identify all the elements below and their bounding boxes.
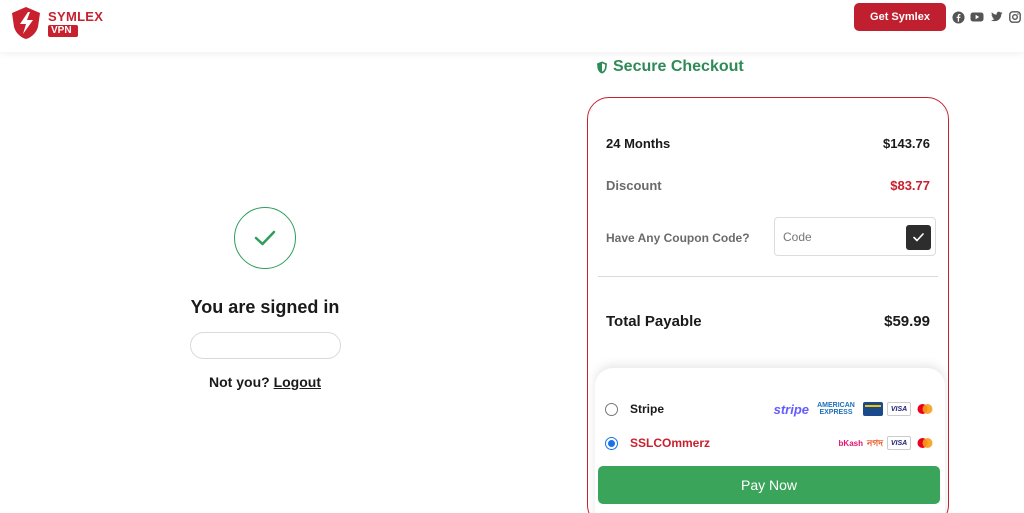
- signed-in-email-field: [190, 332, 341, 359]
- success-check-icon: [234, 207, 296, 269]
- logo-name: SYMLEX: [48, 8, 104, 24]
- secure-checkout-heading: Secure Checkout: [596, 58, 744, 76]
- mastercard-logo-icon: [917, 404, 933, 414]
- plan-price: $143.76: [883, 136, 930, 151]
- discount-row: Discount $83.77: [606, 178, 930, 193]
- check-icon: [913, 233, 924, 242]
- symlex-logo[interactable]: SYMLEX VPN: [8, 5, 103, 41]
- coupon-input[interactable]: [783, 227, 893, 247]
- discount-label: Discount: [606, 178, 662, 193]
- discount-value: $83.77: [890, 178, 930, 193]
- facebook-icon[interactable]: [951, 10, 965, 24]
- stripe-radio[interactable]: [605, 402, 618, 416]
- bkash-logo-icon: bKash: [838, 438, 863, 448]
- sslcommerz-radio[interactable]: [605, 436, 618, 450]
- sslcommerz-label: SSLCOmmerz: [630, 436, 711, 450]
- divider: [598, 276, 938, 277]
- nagad-logo-icon: নগদ: [867, 437, 883, 448]
- amex-logo-icon: AMERICAN EXPRESS: [817, 402, 855, 416]
- total-value: $59.99: [884, 313, 930, 330]
- coupon-field: [774, 217, 936, 256]
- stripe-brand-logos: stripe AMERICAN EXPRESS VISA: [774, 402, 935, 417]
- visa-logo-icon: VISA: [887, 436, 911, 450]
- not-you-line: Not you? Logout: [160, 374, 370, 390]
- total-row: Total Payable $59.99: [606, 313, 930, 330]
- payment-method-stripe[interactable]: Stripe stripe AMERICAN EXPRESS VISA: [605, 396, 935, 422]
- shield-icon: [597, 61, 607, 73]
- payment-methods-panel: Stripe stripe AMERICAN EXPRESS VISA SSLC…: [595, 368, 945, 513]
- mastercard-logo-icon: [917, 438, 933, 448]
- total-label: Total Payable: [606, 313, 702, 330]
- get-symlex-button[interactable]: Get Symlex: [854, 3, 946, 31]
- plan-label: 24 Months: [606, 136, 671, 151]
- social-links: [951, 10, 1022, 24]
- payment-method-sslcommerz[interactable]: SSLCOmmerz bKash নগদ VISA: [605, 430, 935, 456]
- logo-sub: VPN: [48, 24, 78, 37]
- coupon-apply-button[interactable]: [906, 225, 931, 250]
- twitter-icon[interactable]: [989, 10, 1003, 24]
- pay-now-button[interactable]: Pay Now: [598, 466, 940, 504]
- shield-logo-icon: [12, 7, 40, 39]
- checkout-card: 24 Months $143.76 Discount $83.77 Have A…: [587, 97, 949, 513]
- instagram-icon[interactable]: [1008, 10, 1022, 24]
- stripe-label: Stripe: [630, 402, 665, 416]
- logout-link[interactable]: Logout: [274, 374, 321, 390]
- page: SYMLEX VPN Get Symlex You are signed in …: [0, 0, 1024, 513]
- bank-card-icon: [863, 402, 883, 416]
- visa-logo-icon: VISA: [887, 402, 911, 416]
- not-you-text: Not you?: [209, 374, 270, 390]
- coupon-label: Have Any Coupon Code?: [606, 231, 750, 245]
- youtube-icon[interactable]: [970, 10, 984, 24]
- sslcommerz-brand-logos: bKash নগদ VISA: [839, 436, 935, 451]
- top-navbar: SYMLEX VPN Get Symlex: [0, 0, 1024, 52]
- signed-in-title: You are signed in: [190, 297, 340, 317]
- stripe-logo-icon: stripe: [773, 401, 809, 417]
- plan-row: 24 Months $143.76: [606, 136, 930, 151]
- secure-checkout-title: Secure Checkout: [613, 58, 744, 75]
